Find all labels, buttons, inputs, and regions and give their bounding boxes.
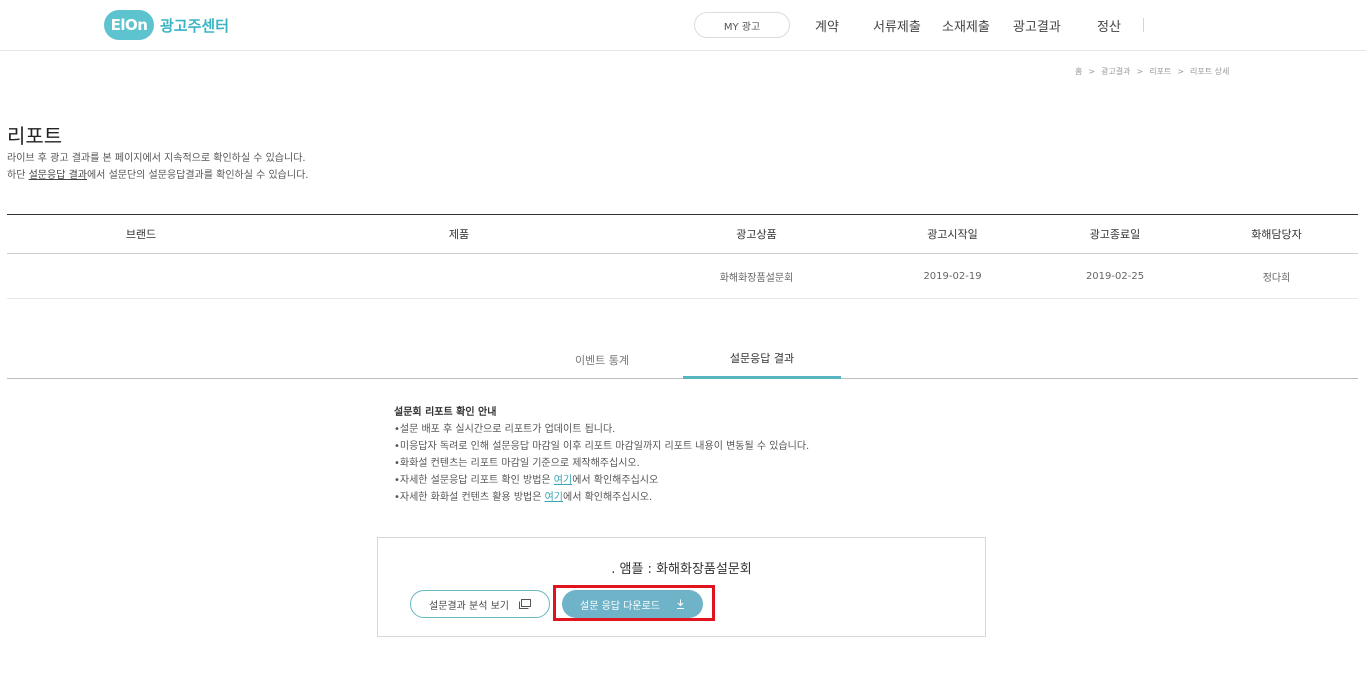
logo-mark: ElOn [104, 10, 154, 40]
notice-line-4-prefix: •자세한 설문응답 리포트 확인 방법은 [394, 475, 554, 486]
main-nav: MY 광고 계약 서류제출 소재제출 광고결과 정산 [694, 12, 1144, 38]
survey-result-link[interactable]: 설문응답 결과 [29, 170, 87, 181]
table-header-row: 브랜드 제품 광고상품 광고시작일 광고종료일 화해담당자 [7, 214, 1358, 254]
notice-line-4-suffix: 에서 확인해주십시오 [572, 475, 659, 486]
cell-end-date: 2019-02-25 [1085, 270, 1145, 282]
description-line-2: 하단 설문응답 결과에서 설문단의 설문응답결과를 확인하실 수 있습니다. [7, 167, 308, 184]
breadcrumb: 홈 > 광고결과 > 리포트 > 리포트 상세 [1075, 66, 1229, 77]
description-suffix: 에서 설문단의 설문응답결과를 확인하실 수 있습니다. [86, 170, 309, 181]
logo[interactable]: ElOn 광고주센터 [104, 10, 229, 40]
breadcrumb-chevron-icon: > [1177, 67, 1185, 76]
nav-divider [1143, 18, 1144, 32]
header-manager: 화해담당자 [1251, 228, 1302, 241]
nav-item-contract[interactable]: 계약 [815, 16, 839, 35]
breadcrumb-report-detail: 리포트 상세 [1190, 67, 1230, 76]
notice-line-2: •미응답자 독려로 인해 설문응답 마감일 이후 리포트 마감일까지 리포트 내… [394, 441, 810, 452]
header-start-date: 광고시작일 [927, 228, 978, 241]
report-tabs: 이벤트 통계 설문응답 결과 [7, 340, 1358, 379]
view-analysis-button[interactable]: 설문결과 분석 보기 [410, 590, 550, 618]
tab-event-stats[interactable]: 이벤트 통계 [527, 340, 677, 379]
survey-title: . 앰플 : 화해화장품설문회 [611, 562, 752, 577]
notice-line-4: •자세한 설문응답 리포트 확인 방법은 여기에서 확인해주십시오 [394, 472, 809, 489]
notice-line-3: •화화설 컨텐츠는 리포트 마감일 기준으로 제작해주십시오. [394, 458, 640, 469]
cell-manager: 정다희 [1262, 272, 1291, 284]
breadcrumb-ad-results[interactable]: 광고결과 [1101, 67, 1130, 76]
description-line-1: 라이브 후 광고 결과를 본 페이지에서 지속적으로 확인하실 수 있습니다. [7, 153, 306, 164]
page-title: 리포트 [7, 124, 63, 148]
notice-guide-link[interactable]: 여기 [554, 475, 572, 486]
breadcrumb-chevron-icon: > [1136, 67, 1144, 76]
report-notice: 설문회 리포트 확인 안내 •설문 배포 후 실시간으로 리포트가 업데이트 됩… [394, 404, 809, 506]
breadcrumb-report[interactable]: 리포트 [1149, 67, 1171, 76]
table-row: 화해화장품설문회 2019-02-19 2019-02-25 정다희 [7, 254, 1358, 299]
header-end-date: 광고종료일 [1089, 228, 1141, 241]
nav-item-documents[interactable]: 서류제출 [873, 16, 921, 35]
header-product: 제품 [448, 228, 470, 241]
window-icon [518, 599, 531, 609]
top-header: ElOn 광고주센터 MY 광고 계약 서류제출 소재제출 광고결과 정산 [0, 0, 1366, 51]
nav-item-materials[interactable]: 소재제출 [942, 16, 990, 35]
cell-product [275, 254, 643, 298]
notice-line-1: •설문 배포 후 실시간으로 리포트가 업데이트 됩니다. [394, 424, 616, 435]
highlight-annotation [553, 585, 715, 621]
logo-text: 광고주센터 [160, 16, 230, 35]
breadcrumb-chevron-icon: > [1088, 67, 1096, 76]
nav-item-settlement[interactable]: 정산 [1097, 16, 1121, 35]
view-analysis-label: 설문결과 분석 보기 [429, 600, 509, 612]
notice-title: 설문회 리포트 확인 안내 [394, 407, 497, 418]
header-brand: 브랜드 [125, 228, 157, 241]
cell-ad-product: 화해화장품설문회 [719, 272, 794, 284]
notice-content-link[interactable]: 여기 [545, 492, 563, 503]
notice-line-5-prefix: •자세한 화화설 컨텐츠 활용 방법은 [394, 492, 545, 503]
nav-item-ad-results[interactable]: 광고결과 [1013, 16, 1061, 35]
tab-survey-results[interactable]: 설문응답 결과 [683, 340, 841, 379]
header-ad-product: 광고상품 [736, 228, 777, 241]
cell-brand [7, 254, 275, 298]
page-description: 라이브 후 광고 결과를 본 페이지에서 지속적으로 확인하실 수 있습니다. … [7, 150, 308, 184]
notice-line-5-suffix: 에서 확인해주십시오. [563, 492, 653, 503]
my-ad-button[interactable]: MY 광고 [694, 12, 790, 38]
ad-info-table: 브랜드 제품 광고상품 광고시작일 광고종료일 화해담당자 화해화장품설문회 2… [7, 214, 1358, 299]
cell-start-date: 2019-02-19 [923, 270, 982, 282]
breadcrumb-home[interactable]: 홈 [1075, 67, 1082, 76]
notice-line-5: •자세한 화화설 컨텐츠 활용 방법은 여기에서 확인해주십시오. [394, 489, 809, 506]
description-prefix: 하단 [7, 170, 29, 181]
